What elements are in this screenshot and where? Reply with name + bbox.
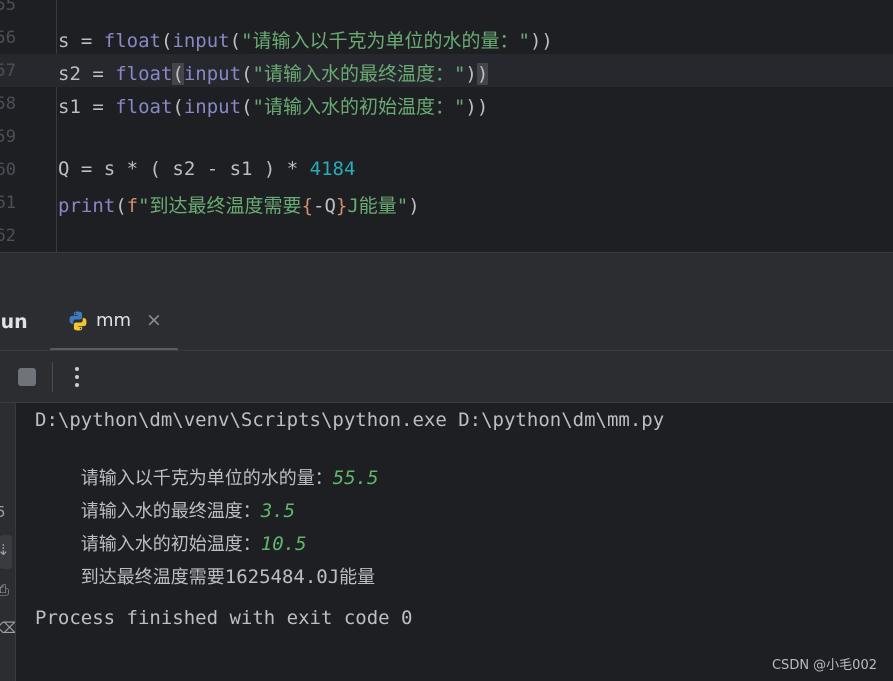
code-line[interactable]: 59 xyxy=(0,120,893,153)
code-token: J能量" xyxy=(347,195,409,217)
more-options-icon[interactable] xyxy=(66,363,86,391)
code-token: "请输入水的最终温度：" xyxy=(252,63,466,85)
result-suffix: 能量 xyxy=(339,567,376,588)
code-line[interactable]: 60 Q = s * ( s2 - s1 ) * 4184 xyxy=(0,153,893,186)
code-token: ( xyxy=(172,63,184,85)
code-line[interactable]: 58 s1 = float(input("请输入水的初始温度：")) xyxy=(0,87,893,120)
code-token: f xyxy=(126,195,139,217)
line-number: 61 xyxy=(0,193,16,213)
code-token: ( xyxy=(160,30,173,52)
code-token: s2 = xyxy=(58,63,116,85)
code-token: -Q xyxy=(313,195,336,217)
console-output[interactable]: D:\python\dm\venv\Scripts\python.exe D:\… xyxy=(16,403,893,681)
code-line[interactable]: 56 s = float(input("请输入以千克为单位的水的量：")) xyxy=(0,21,893,54)
tab-label: mm xyxy=(96,310,132,331)
user-input-value: 55.5 xyxy=(332,467,379,489)
code-token: ) xyxy=(465,63,477,85)
code-token: float xyxy=(115,96,173,118)
toolbar-separator xyxy=(52,362,53,392)
code-token: float xyxy=(115,63,173,85)
scroll-to-end-icon[interactable]: ⇣ xyxy=(0,541,10,559)
print-icon[interactable]: ⎙ xyxy=(0,581,9,599)
close-icon[interactable]: × xyxy=(146,309,162,331)
console-exit-line: Process finished with exit code 0 xyxy=(35,607,413,629)
console-result-line: 到达最终温度需要1625484.0J能量 xyxy=(35,541,375,611)
line-number: 60 xyxy=(0,160,16,180)
code-token: ( xyxy=(115,195,127,217)
code-token: input xyxy=(183,96,242,118)
code-line[interactable]: 57 s2 = float(input("请输入水的最终温度：")) xyxy=(0,54,893,87)
code-text: s1 = float(input("请输入水的初始温度：")) xyxy=(58,92,488,119)
code-token: s = xyxy=(58,30,104,52)
code-token: "请输入以千克为单位的水的量：" xyxy=(241,30,530,52)
code-editor[interactable]: 55 56 s = float(input("请输入以千克为单位的水的量：")) 57… xyxy=(0,0,893,253)
watermark: CSDN @小毛002 xyxy=(771,658,877,673)
code-text: print(f"到达最终温度需要{-Q}J能量") xyxy=(58,191,420,218)
result-value: 1625484.0J xyxy=(224,566,340,588)
code-token: Q = s * ( s2 - s1 ) * xyxy=(58,158,310,180)
tab-mm[interactable]: mm × xyxy=(50,291,178,351)
code-token: ) xyxy=(408,195,420,217)
code-token: ( xyxy=(241,96,253,118)
line-number: 59 xyxy=(0,127,16,147)
result-prefix: 到达最终温度需要 xyxy=(80,567,225,588)
code-token: ( xyxy=(241,63,253,85)
code-token: ( xyxy=(229,30,242,52)
code-token: float xyxy=(103,30,161,52)
code-line[interactable]: 61 print(f"到达最终温度需要{-Q}J能量") xyxy=(0,186,893,219)
run-panel-title: Run xyxy=(0,311,28,333)
code-token: { xyxy=(301,195,314,217)
code-token: input xyxy=(183,63,242,85)
code-text: s2 = float(input("请输入水的最终温度：")) xyxy=(58,59,489,86)
code-token: } xyxy=(335,195,348,217)
code-token: ( xyxy=(172,96,184,118)
run-toolbar xyxy=(0,351,893,403)
trash-icon[interactable]: ⌫ xyxy=(0,619,15,637)
code-token: ) xyxy=(476,63,489,85)
code-token: )) xyxy=(529,30,553,52)
code-token: "到达最终温度需要 xyxy=(138,195,302,217)
console-command-line: D:\python\dm\venv\Scripts\python.exe D:\… xyxy=(35,409,665,431)
line-number: 55 xyxy=(0,0,16,15)
code-token: s1 = xyxy=(58,96,116,118)
python-icon xyxy=(69,311,87,331)
line-number: 62 xyxy=(0,226,16,246)
stop-button[interactable] xyxy=(18,368,36,386)
line-number: 57 xyxy=(0,61,16,81)
code-token: input xyxy=(172,30,230,52)
code-token: )) xyxy=(465,96,489,118)
line-number: 56 xyxy=(0,28,16,48)
code-text: Q = s * ( s2 - s1 ) * 4184 xyxy=(58,158,355,180)
line-number: 58 xyxy=(0,94,16,114)
code-token: print xyxy=(58,195,116,217)
code-token: 4184 xyxy=(309,158,356,180)
code-text: s = float(input("请输入以千克为单位的水的量：")) xyxy=(58,26,553,53)
console-side-toolbar: 5 ⇣ ⎙ ⌫ xyxy=(0,403,16,681)
code-line[interactable]: 55 xyxy=(0,0,893,21)
code-line[interactable]: 62 xyxy=(0,219,893,252)
run-panel-header: Run mm × xyxy=(0,291,893,351)
code-token: "请输入水的初始温度：" xyxy=(252,96,466,118)
soft-wrap-icon[interactable]: 5 xyxy=(0,503,6,521)
panel-splitter[interactable] xyxy=(0,253,893,291)
